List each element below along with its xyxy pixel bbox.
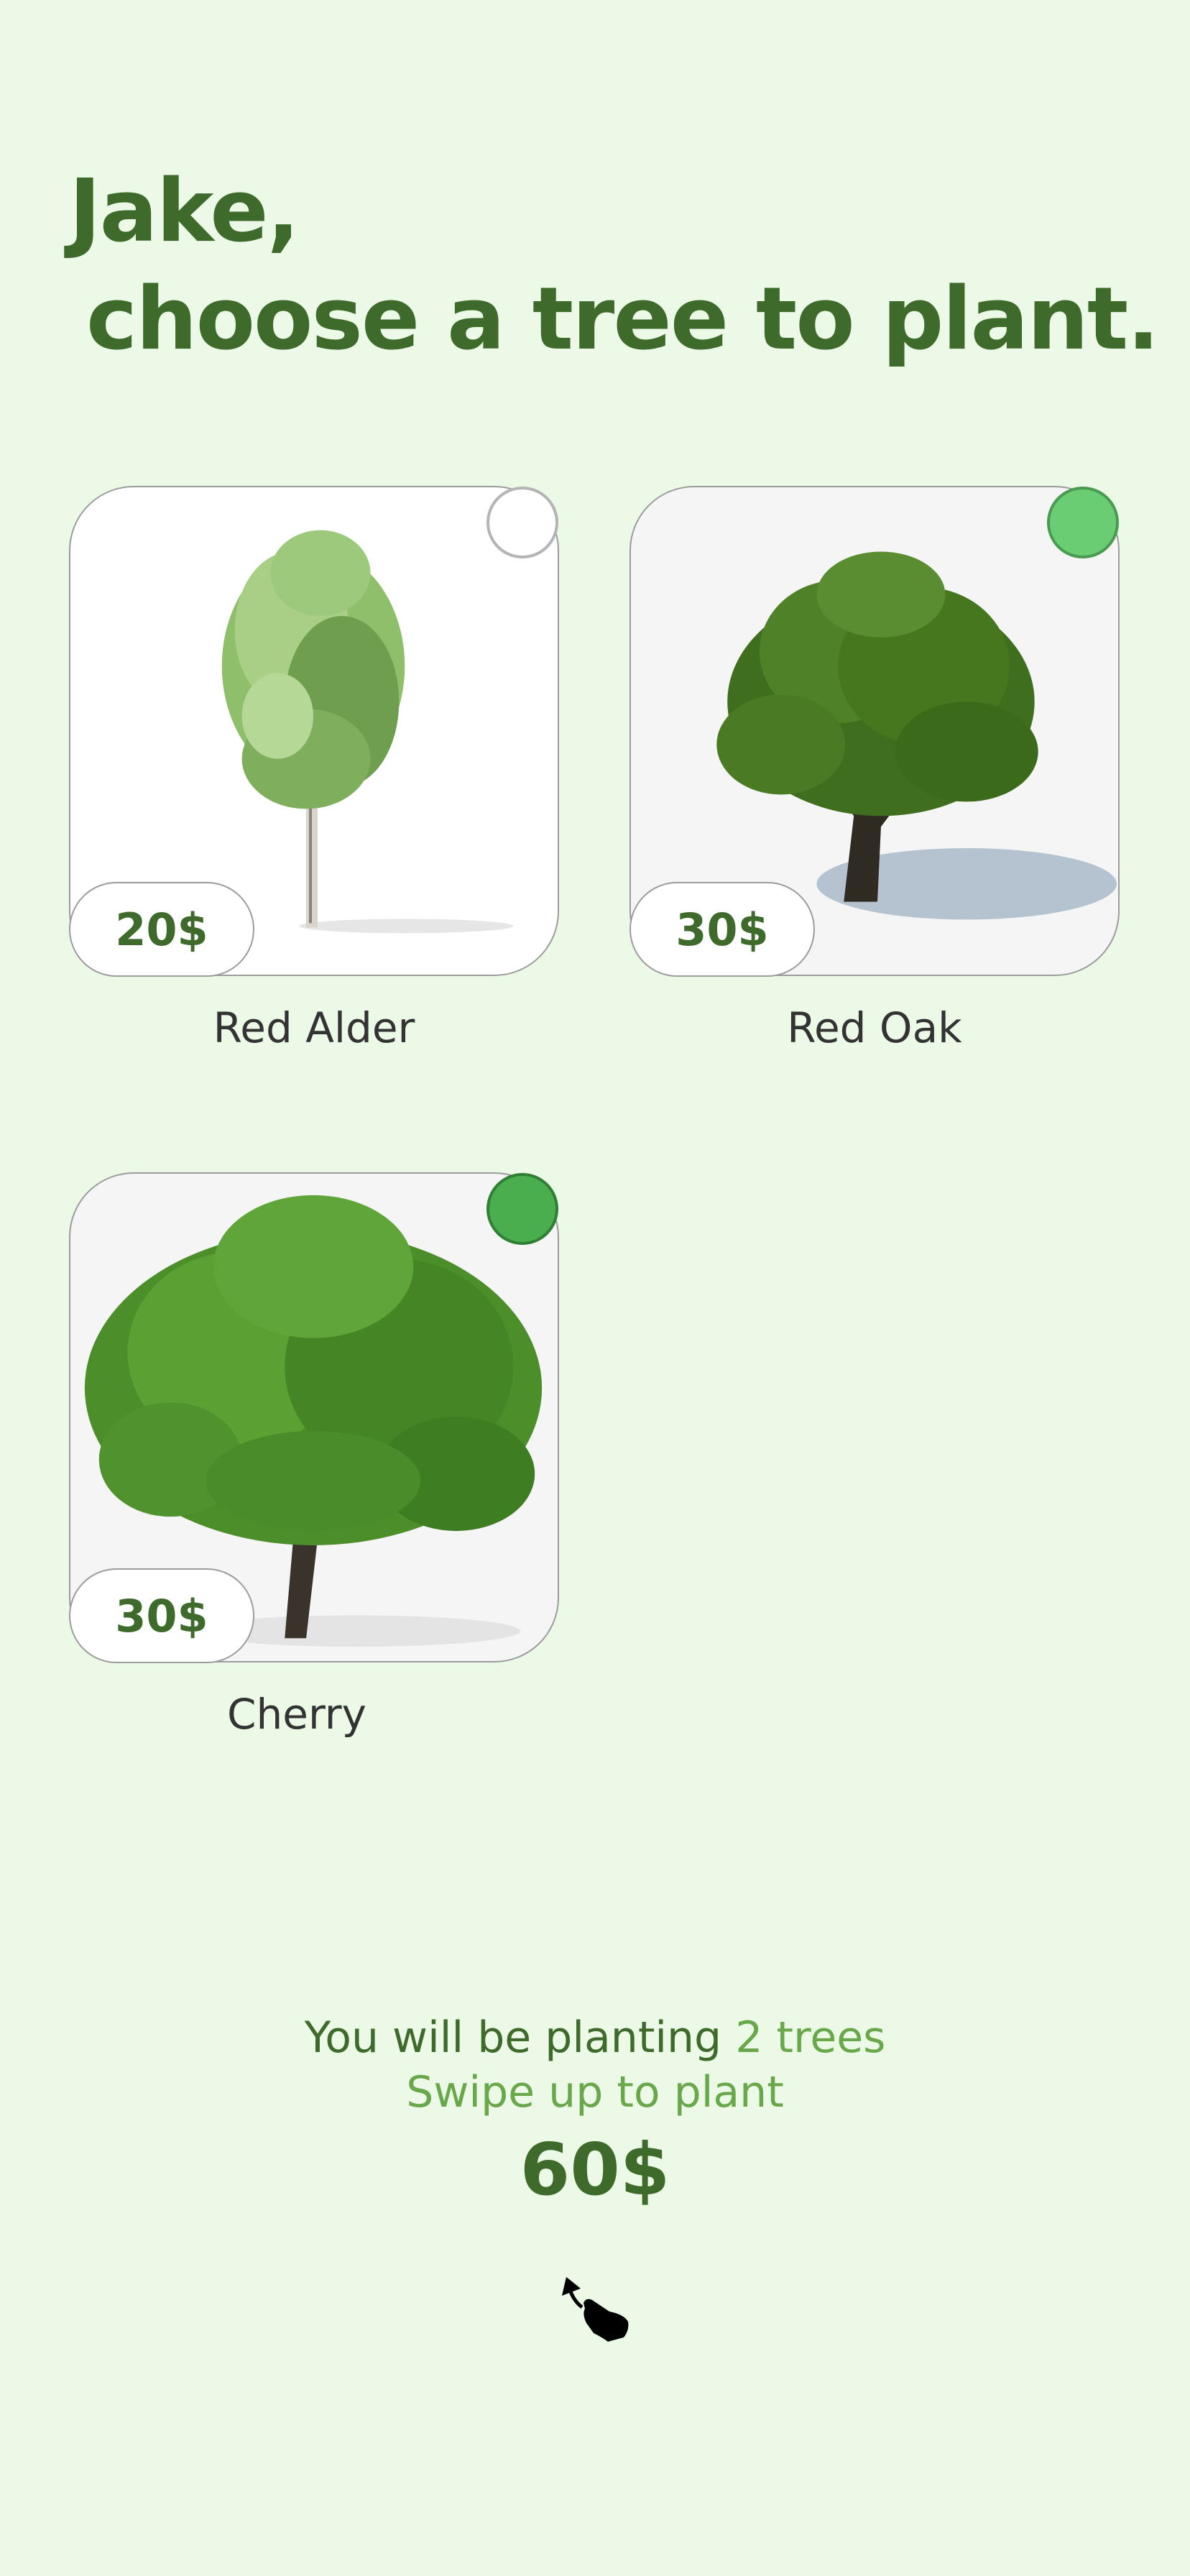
- tree-name-red-alder: Red Alder: [213, 1003, 415, 1052]
- title-name-line: Jake,: [69, 162, 300, 262]
- tree-name-red-oak: Red Oak: [787, 1003, 962, 1052]
- planting-summary-prefix: You will be planting: [304, 2012, 736, 2063]
- swipe-hint: Swipe up to plant: [406, 2067, 784, 2117]
- title-prompt-line: choose a tree to plant.: [86, 270, 1160, 369]
- planting-summary: You will be planting 2 trees: [0, 2012, 1190, 2063]
- swipe-up-hand-icon[interactable]: [558, 2271, 637, 2343]
- select-toggle-red-oak[interactable]: [1047, 487, 1119, 558]
- price-badge-red-alder: 20$: [69, 882, 254, 977]
- select-toggle-red-alder[interactable]: [486, 487, 558, 558]
- tree-name-cherry: Cherry: [227, 1690, 366, 1739]
- planting-tree-count: 2 trees: [735, 2012, 886, 2063]
- price-badge-red-oak: 30$: [629, 882, 815, 977]
- price-badge-cherry: 30$: [69, 1568, 254, 1663]
- page-title: Jake, choose a tree to plant.: [69, 158, 1160, 374]
- select-toggle-cherry[interactable]: [486, 1173, 558, 1245]
- total-price: 60$: [520, 2128, 670, 2212]
